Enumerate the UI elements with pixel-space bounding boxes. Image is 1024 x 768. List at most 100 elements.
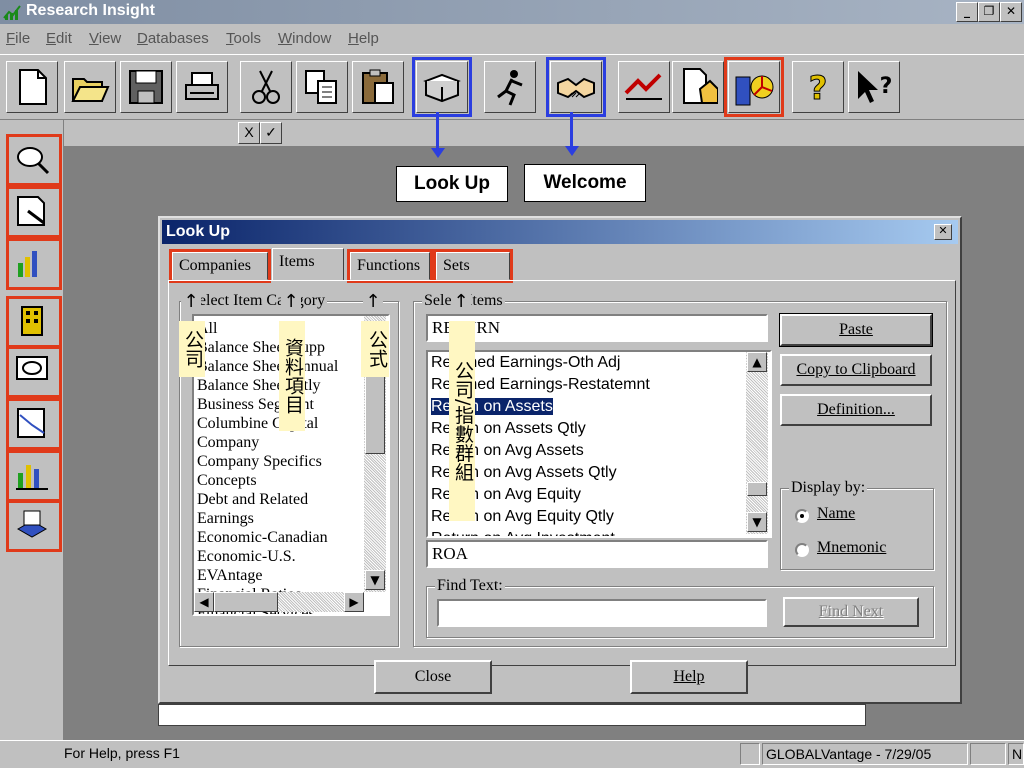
annotation-arrow-companies: ↑ xyxy=(181,291,201,312)
items-vscroll-thumb[interactable] xyxy=(747,482,767,496)
menu-window[interactable]: Window xyxy=(278,30,331,47)
paste-button[interactable] xyxy=(352,61,404,113)
context-help-button[interactable]: ? xyxy=(848,61,900,113)
menu-tools[interactable]: Tools xyxy=(226,30,261,47)
menu-file[interactable]: File xyxy=(6,30,30,47)
save-button[interactable] xyxy=(120,61,172,113)
lookup-document-icon xyxy=(17,196,45,226)
menu-help[interactable]: Help xyxy=(348,30,379,47)
new-button[interactable] xyxy=(6,61,58,113)
stacked-reports-icon xyxy=(16,510,48,538)
left-tool-6[interactable] xyxy=(6,398,62,450)
dialog-close-icon[interactable]: ✕ xyxy=(934,224,952,240)
welcome-button[interactable] xyxy=(546,57,606,117)
help-dialog-button[interactable]: Help xyxy=(630,660,748,694)
formula-cancel-button[interactable]: X xyxy=(238,122,260,144)
category-item[interactable]: EVAntage xyxy=(197,566,262,585)
category-scroll-left[interactable]: ◀ xyxy=(194,592,214,612)
tab-panel: Select Item Category All Balance Sheet S… xyxy=(168,280,956,666)
items-scroll-down[interactable]: ▼ xyxy=(747,512,767,532)
left-tool-5[interactable] xyxy=(6,346,62,398)
close-window-button[interactable]: ✕ xyxy=(1000,2,1022,22)
save-disk-icon xyxy=(129,70,163,104)
category-hscroll-thumb[interactable] xyxy=(214,592,278,612)
category-scroll-right[interactable]: ▶ xyxy=(344,592,364,612)
open-button[interactable] xyxy=(64,61,116,113)
category-scroll-down[interactable]: ▼ xyxy=(365,570,385,590)
items-scroll-up[interactable]: ▲ xyxy=(747,352,767,372)
bar-chart-icon xyxy=(16,465,48,490)
runner-icon xyxy=(497,70,523,106)
sets-button[interactable] xyxy=(724,57,784,117)
display-by-label: Display by: xyxy=(789,479,868,497)
radio-mnemonic-label: Mnemonic xyxy=(817,539,887,556)
welcome-callout: Welcome xyxy=(524,164,646,202)
radio-name-label: Name xyxy=(817,505,856,522)
find-next-button[interactable]: Find Next xyxy=(783,597,919,627)
category-item[interactable]: Economic-Canadian xyxy=(197,528,328,547)
status-help-text: For Help, press F1 xyxy=(64,745,180,761)
paste-dialog-button[interactable]: Paste xyxy=(779,313,933,347)
close-dialog-button[interactable]: Close xyxy=(374,660,492,694)
menu-databases[interactable]: Databases xyxy=(137,30,209,47)
list-item[interactable]: Return on Avg Investment xyxy=(431,528,615,536)
help-button[interactable]: ? xyxy=(792,61,844,113)
category-item[interactable]: Concepts xyxy=(197,471,257,490)
lookup-callout: Look Up xyxy=(396,166,508,202)
line-chart-doc-icon xyxy=(17,408,45,438)
left-tool-7[interactable] xyxy=(6,450,62,502)
cut-button[interactable] xyxy=(240,61,292,113)
status-panel-empty xyxy=(740,743,760,765)
report-button[interactable] xyxy=(672,61,724,113)
formula-bar: X ✓ xyxy=(64,120,1024,146)
category-item[interactable]: Company Specifics xyxy=(197,452,322,471)
find-text-label: Find Text: xyxy=(435,577,505,595)
radio-mnemonic[interactable] xyxy=(795,543,809,557)
left-tool-2[interactable] xyxy=(6,186,62,238)
category-item[interactable]: Company xyxy=(197,433,259,452)
building-chart-icon xyxy=(735,75,774,106)
menu-edit[interactable]: Edit xyxy=(46,30,72,47)
category-hscroll[interactable]: ◀ ▶ xyxy=(194,592,364,612)
chart-button[interactable] xyxy=(618,61,670,113)
tab-sets[interactable]: Sets xyxy=(433,249,513,283)
category-item[interactable]: Balance Sheet Supp xyxy=(197,338,325,357)
annotation-functions: 公式 xyxy=(361,321,389,377)
tab-items[interactable]: Items xyxy=(272,248,344,280)
left-tool-8[interactable] xyxy=(6,500,62,552)
annotation-arrow-items: ↑ xyxy=(281,291,301,312)
run-button[interactable] xyxy=(484,61,536,113)
category-item[interactable]: Debt and Related xyxy=(197,490,308,509)
copy-button[interactable] xyxy=(296,61,348,113)
left-tool-3[interactable] xyxy=(6,238,62,290)
annotation-arrow-sets: ↑ xyxy=(451,291,471,312)
lookup-button[interactable] xyxy=(412,57,472,117)
cut-scissors-icon xyxy=(252,70,280,104)
maximize-button[interactable]: ❐ xyxy=(978,2,1000,22)
screen-search-icon xyxy=(16,356,48,380)
help-question-icon: ? xyxy=(808,69,828,108)
left-tool-1[interactable] xyxy=(6,134,62,186)
definition-button[interactable]: Definition... xyxy=(780,394,932,426)
minimize-button[interactable]: _ xyxy=(956,2,978,22)
items-vscroll[interactable]: ▲ ▼ xyxy=(746,352,768,534)
print-button[interactable] xyxy=(176,61,228,113)
items-listbox[interactable]: Retained Earnings-Oth Adj Retained Earni… xyxy=(426,350,772,538)
menu-view[interactable]: View xyxy=(89,30,121,47)
left-tool-4[interactable] xyxy=(6,296,62,348)
items-search-input[interactable]: RETURN xyxy=(426,314,768,342)
category-item[interactable]: Earnings xyxy=(197,509,254,528)
open-folder-icon xyxy=(71,78,110,102)
tab-functions[interactable]: Functions xyxy=(347,249,433,283)
copy-to-clipboard-button[interactable]: Copy to Clipboard xyxy=(780,354,932,386)
find-text-input[interactable] xyxy=(437,599,767,627)
formula-accept-button[interactable]: ✓ xyxy=(260,122,282,144)
find-text-group: Find Text: Find Next xyxy=(426,577,934,638)
status-num: NUM xyxy=(1008,743,1024,765)
lookup-dialog: Look Up ✕ Companies Items Functions Sets… xyxy=(158,216,962,704)
tab-companies[interactable]: Companies xyxy=(169,249,271,283)
radio-name[interactable] xyxy=(795,509,809,523)
category-item[interactable]: Balance Sheet Annual xyxy=(197,357,338,376)
bar-chart-pointer-icon xyxy=(18,251,37,277)
category-item[interactable]: Economic-U.S. xyxy=(197,547,296,566)
